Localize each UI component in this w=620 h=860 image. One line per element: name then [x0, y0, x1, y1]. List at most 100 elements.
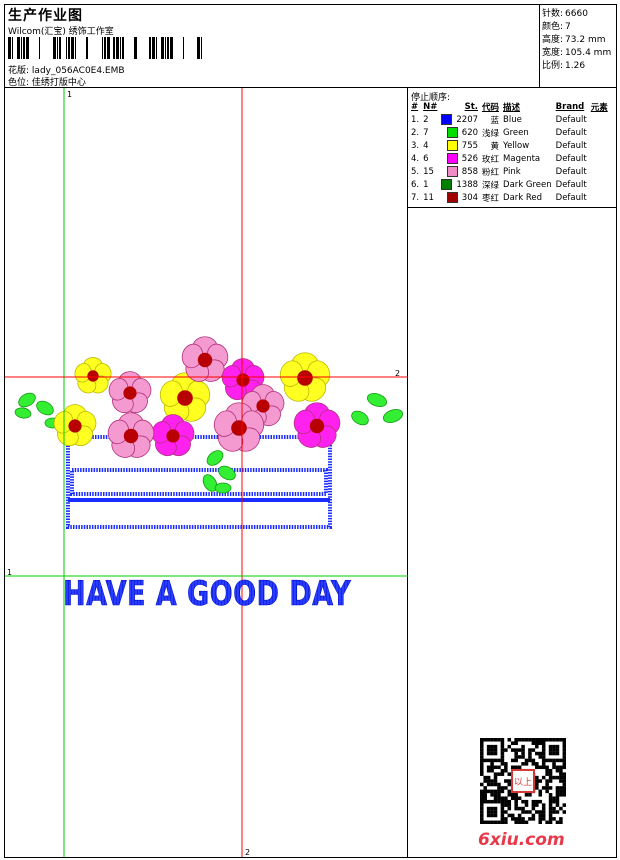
qr-module [490, 799, 494, 804]
qr-module [552, 799, 556, 804]
qr-module [486, 782, 491, 787]
flower [108, 371, 152, 414]
barcode-bar [170, 37, 173, 59]
row-index: 2. [411, 127, 420, 138]
barcode-bar [17, 37, 20, 59]
stat-value: 105.4 mm [565, 48, 612, 58]
thread-brand: Default [555, 179, 587, 190]
qr-module [538, 789, 543, 794]
qr-module [555, 744, 560, 749]
qr-module [559, 817, 563, 821]
qr-module [490, 813, 494, 818]
barcode [8, 37, 202, 59]
qr-module [517, 738, 522, 742]
qr-module [490, 768, 494, 773]
qr-module [552, 765, 556, 770]
qr-module [500, 762, 505, 766]
qr-module [524, 738, 529, 742]
qr-module [541, 748, 546, 752]
barcode-bar [156, 37, 157, 59]
qr-module [493, 810, 498, 814]
qr-module [500, 820, 505, 824]
barcode-bar [86, 37, 88, 59]
row-index: 7. [411, 192, 420, 203]
color-code: 深绿 [482, 180, 500, 191]
qr-module [507, 813, 512, 818]
barcode-bar [71, 37, 74, 59]
qr-module [490, 744, 494, 749]
qr-module [480, 806, 484, 811]
qr-module [500, 758, 505, 763]
qr-module [504, 748, 508, 752]
qr-module [510, 748, 515, 752]
qr-module [535, 762, 539, 766]
color-description: Green [503, 127, 529, 138]
qr-module [500, 768, 505, 773]
qr-module [514, 796, 518, 801]
page-title: 生产作业图 [8, 8, 83, 24]
qr-module [541, 744, 546, 749]
stitch-count: 858 [439, 165, 480, 178]
flower [107, 412, 155, 458]
qr-module [548, 786, 553, 790]
design-canvas: 1 2 1 2 HAVE A GOOD DAY [5, 88, 408, 857]
barcode-bar [149, 37, 151, 59]
qr-module [538, 810, 543, 814]
qr-module [483, 799, 487, 804]
qr-module [552, 738, 556, 742]
qr-module [507, 789, 512, 794]
qr-module [480, 820, 484, 824]
qr-module [521, 820, 525, 824]
qr-module [535, 803, 539, 807]
qr-module [559, 789, 563, 794]
stat-label: 颜色: [542, 22, 564, 32]
stitch-count: 526 [439, 152, 480, 165]
qr-module [490, 779, 494, 783]
qr-module [555, 799, 560, 804]
barcode-bar [59, 37, 61, 59]
color-swatch [446, 127, 458, 138]
stitch-count: 304 [439, 191, 480, 204]
stat-line: 颜色: 7 [542, 19, 571, 32]
qr-module [548, 793, 553, 797]
qr-module [490, 789, 494, 794]
qr-module [497, 793, 501, 797]
qr-module [480, 765, 484, 770]
qr-module [497, 782, 501, 787]
qr-module [548, 751, 553, 756]
qr-module [555, 793, 560, 797]
element-cell [589, 178, 610, 191]
qr-module [490, 793, 494, 797]
qr-module [545, 738, 549, 742]
qr-module [483, 796, 487, 801]
qr-module [541, 810, 546, 814]
qr-module [507, 799, 512, 804]
qr-module [514, 741, 518, 745]
qr-module [480, 744, 484, 749]
qr-module [548, 817, 553, 821]
qr-module [552, 748, 556, 752]
flower-box [66, 435, 332, 529]
qr-module [535, 765, 539, 770]
thread-brand: Default [555, 114, 587, 125]
qr-module [535, 744, 539, 749]
needle-number: 4 [423, 140, 429, 151]
qr-module [552, 775, 556, 780]
table-row: 4. 6 526 玫红 Magenta Default [409, 152, 610, 165]
guide-label-right: 2 [395, 369, 400, 378]
qr-module [528, 755, 532, 759]
color-code: 黄 [490, 141, 500, 152]
qr-module [562, 779, 566, 783]
qr-module [490, 820, 494, 824]
stat-value: 7 [565, 22, 571, 32]
qr-module [538, 793, 543, 797]
thread-brand: Default [555, 127, 587, 138]
qr-module [538, 738, 543, 742]
qr-module [514, 817, 518, 821]
stitch-count: 1388 [439, 178, 480, 191]
qr-module [514, 738, 518, 742]
qr-module [541, 751, 546, 756]
qr-module [521, 806, 525, 811]
guide-label-bottom: 2 [245, 848, 250, 857]
qr-module [531, 799, 536, 804]
